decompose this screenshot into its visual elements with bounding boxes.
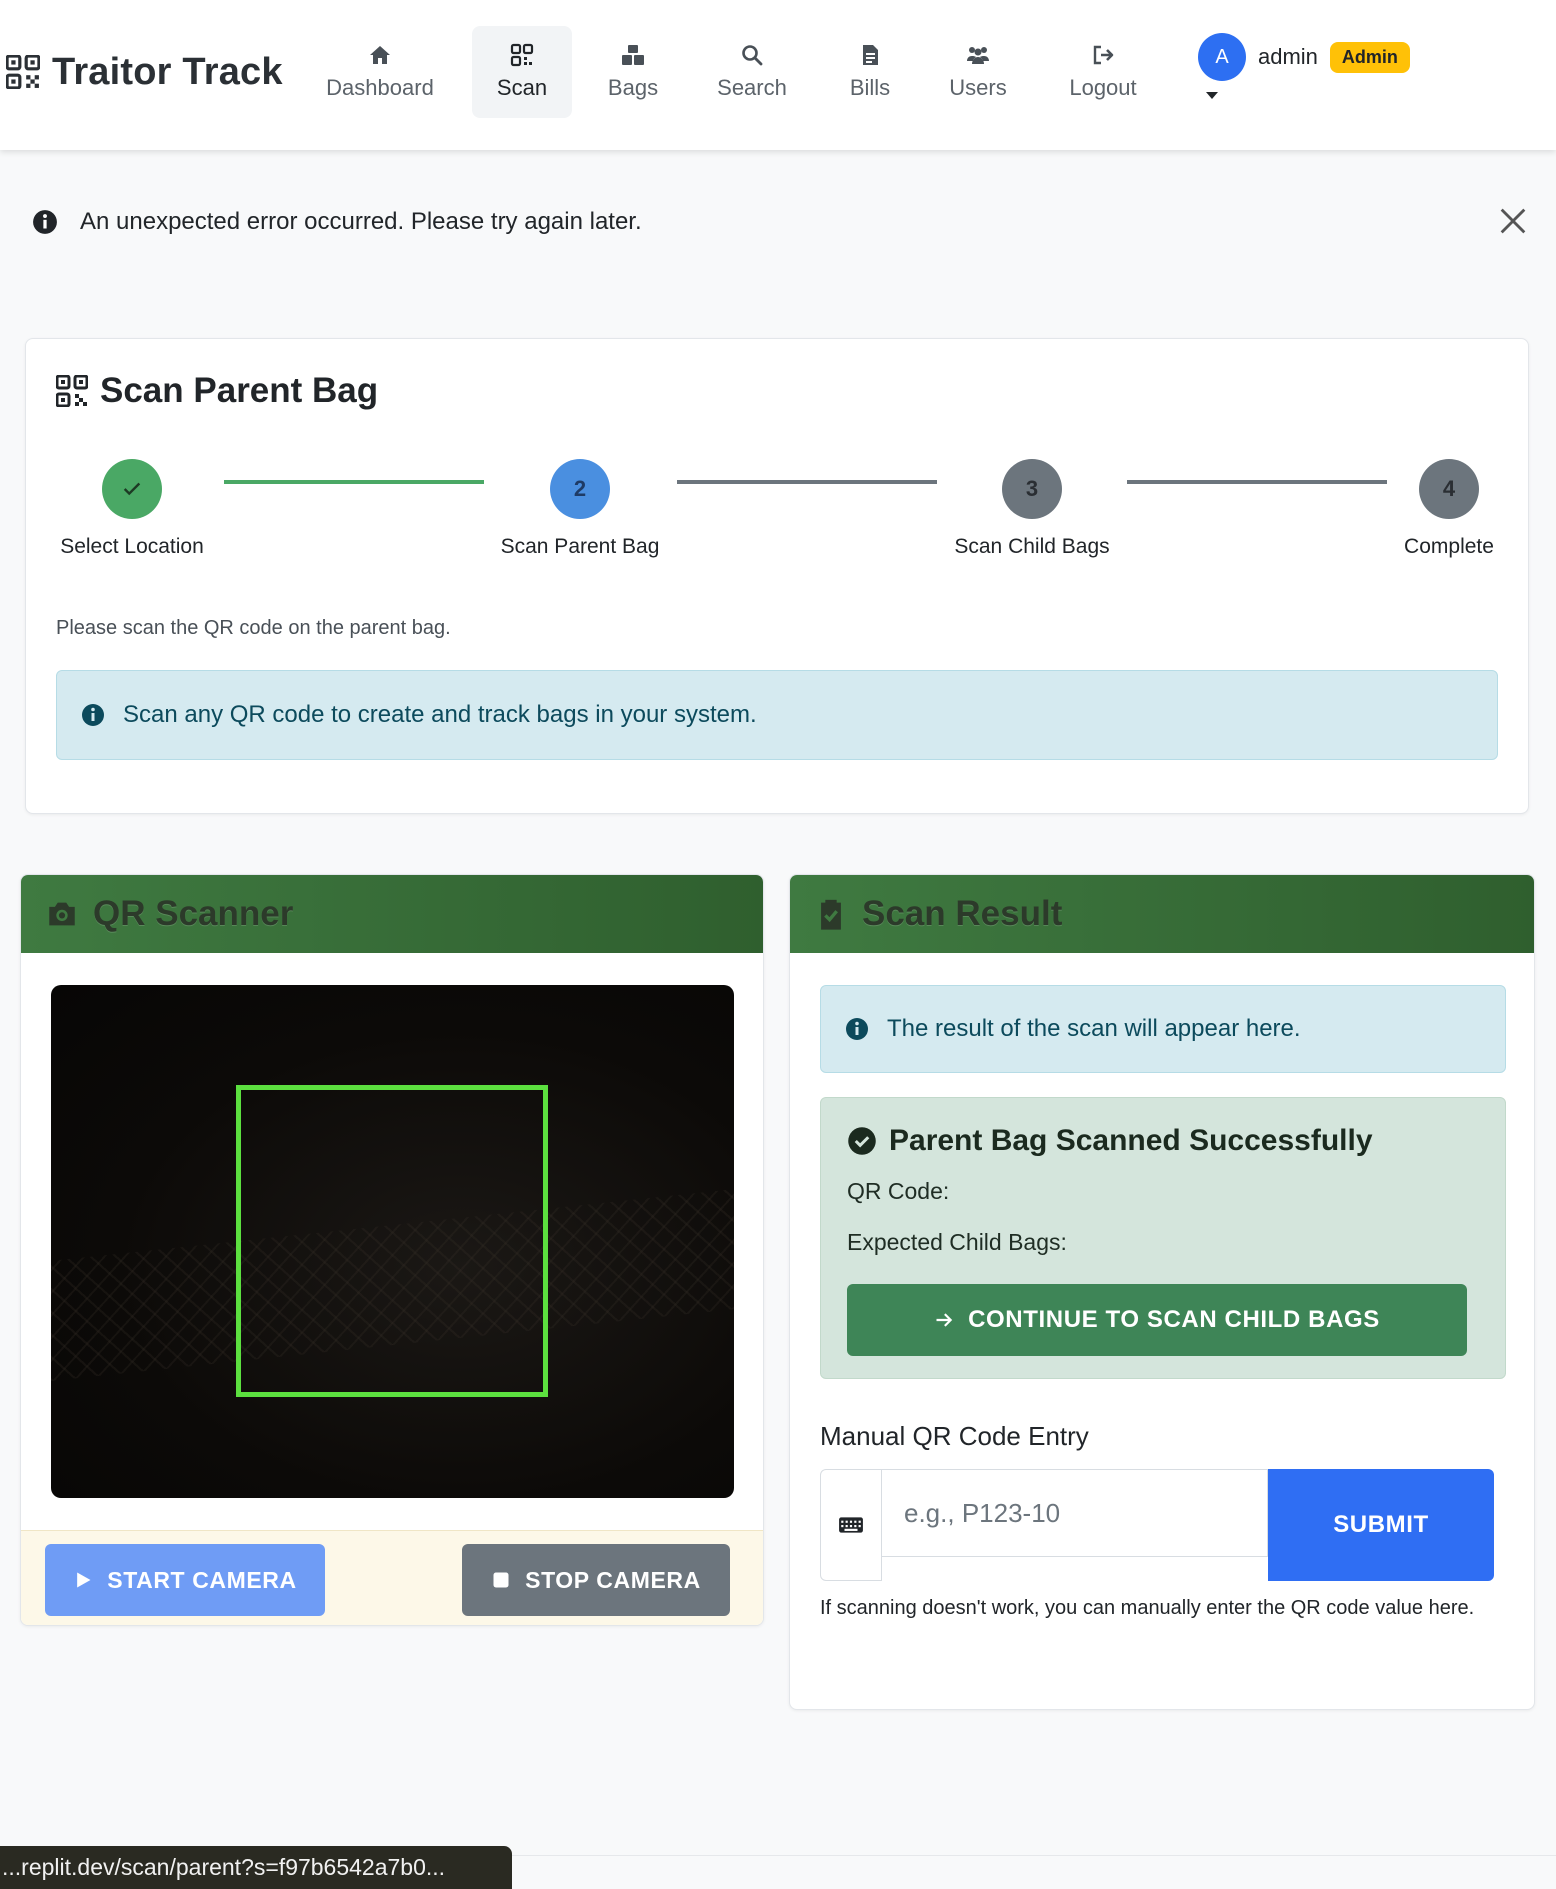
nav-bills-label: Bills	[849, 75, 891, 100]
nav-scan[interactable]: Scan	[472, 26, 572, 118]
brand-name: Traitor Track	[52, 50, 283, 93]
keyboard-icon	[839, 1517, 863, 1533]
qr-code-input[interactable]	[882, 1469, 1268, 1557]
step-4-label: Complete	[1404, 535, 1494, 558]
step-3-label: Scan Child Bags	[954, 535, 1110, 558]
top-navbar: Traitor Track Dashboard Scan Bags Search	[0, 0, 1556, 150]
result-title: Scan Result	[862, 894, 1063, 933]
nav-search-label: Search	[717, 75, 787, 100]
step-connector-1	[224, 480, 484, 484]
close-icon[interactable]	[1496, 204, 1530, 238]
step-connector-2	[677, 480, 937, 484]
success-heading: Parent Bag Scanned Successfully	[847, 1124, 1373, 1158]
scan-target-frame	[236, 1085, 548, 1397]
scanner-card-header: QR Scanner	[21, 875, 763, 953]
role-badge: Admin	[1329, 41, 1410, 73]
file-invoice-icon	[863, 45, 878, 65]
steps-description: Please scan the QR code on the parent ba…	[56, 617, 451, 639]
clipboard-check-icon	[821, 899, 841, 930]
nav-search[interactable]: Search	[700, 26, 804, 118]
nav-bills[interactable]: Bills	[830, 26, 910, 118]
stop-camera-button[interactable]: STOP CAMERA	[462, 1544, 730, 1616]
qrcode-icon	[56, 375, 88, 407]
step-2-label: Scan Parent Bag	[500, 535, 660, 558]
check-icon	[123, 482, 141, 496]
steps-info-text: Scan any QR code to create and track bag…	[123, 701, 757, 728]
camera-video-preview	[51, 985, 734, 1498]
step-1-circle	[102, 459, 162, 519]
success-alert: Parent Bag Scanned Successfully QR Code:…	[820, 1097, 1506, 1379]
camera-icon	[49, 902, 75, 926]
user-name: admin	[1258, 44, 1318, 69]
result-info-text: The result of the scan will appear here.	[887, 1015, 1301, 1042]
success-title: Parent Bag Scanned Successfully	[889, 1124, 1373, 1157]
manual-entry-help: If scanning doesn't work, you can manual…	[820, 1597, 1475, 1619]
step-1-label: Select Location	[60, 535, 204, 558]
error-alert: An unexpected error occurred. Please try…	[20, 190, 1530, 254]
scanner-title: QR Scanner	[93, 894, 294, 933]
steps-info-alert: Scan any QR code to create and track bag…	[56, 670, 1498, 760]
qr-code-label: QR Code:	[847, 1178, 950, 1204]
nav-bags-label: Bags	[607, 75, 659, 100]
nav-logout[interactable]: Logout	[1050, 26, 1156, 118]
nav-dashboard-label: Dashboard	[326, 75, 434, 100]
stop-icon	[493, 1572, 509, 1588]
start-camera-button[interactable]: START CAMERA	[45, 1544, 325, 1616]
steps-title: Scan Parent Bag	[56, 371, 378, 411]
play-icon	[77, 1572, 91, 1588]
step-connector-3	[1127, 480, 1387, 484]
info-circle-icon	[82, 704, 104, 726]
nav-logout-label: Logout	[1069, 75, 1137, 100]
chevron-down-icon[interactable]	[1206, 92, 1218, 99]
users-icon	[967, 47, 989, 64]
nav-scan-label: Scan	[496, 75, 548, 100]
nav-bags[interactable]: Bags	[588, 26, 678, 118]
keyboard-addon	[820, 1469, 882, 1581]
step-3-circle: 3	[1002, 459, 1062, 519]
browser-status-url: ...replit.dev/scan/parent?s=f97b6542a7b0…	[0, 1846, 512, 1889]
step-4-circle: 4	[1419, 459, 1479, 519]
scan-result-card: Scan Result The result of the scan will …	[789, 874, 1535, 1710]
continue-label: CONTINUE TO SCAN CHILD BAGS	[968, 1306, 1380, 1333]
steps-card: Scan Parent Bag Select Location 2 Scan P…	[25, 338, 1529, 814]
expected-child-bags-label: Expected Child Bags:	[847, 1229, 1067, 1255]
continue-to-child-bags-button[interactable]: CONTINUE TO SCAN CHILD BAGS	[847, 1284, 1467, 1356]
check-circle-icon	[848, 1127, 876, 1155]
nav-users[interactable]: Users	[930, 26, 1026, 118]
page-title: Scan Parent Bag	[100, 371, 379, 410]
result-info-alert: The result of the scan will appear here.	[820, 985, 1506, 1073]
boxes-icon	[622, 45, 644, 65]
nav-users-label: Users	[949, 75, 1007, 100]
info-circle-icon	[33, 210, 57, 234]
qr-scanner-card: QR Scanner START CAMERA STOP CAMERA	[20, 874, 764, 1626]
start-camera-label: START CAMERA	[107, 1566, 297, 1593]
result-card-header: Scan Result	[790, 875, 1534, 953]
home-icon	[370, 46, 390, 64]
search-icon	[742, 45, 763, 66]
step-2-circle: 2	[550, 459, 610, 519]
avatar: A	[1198, 33, 1246, 81]
brand[interactable]: Traitor Track	[6, 50, 283, 94]
qrcode-icon	[510, 43, 534, 67]
arrow-right-icon	[936, 1313, 953, 1327]
stop-camera-label: STOP CAMERA	[525, 1566, 701, 1593]
manual-entry-title: Manual QR Code Entry	[820, 1421, 1089, 1451]
manual-entry-group: SUBMIT	[820, 1469, 1494, 1581]
info-circle-icon	[846, 1018, 868, 1040]
submit-button[interactable]: SUBMIT	[1268, 1469, 1494, 1581]
error-message: An unexpected error occurred. Please try…	[80, 208, 642, 235]
sign-out-icon	[1093, 45, 1114, 65]
user-menu[interactable]: A admin Admin	[1198, 32, 1410, 82]
qrcode-icon	[6, 55, 40, 89]
scanner-controls: START CAMERA STOP CAMERA	[21, 1530, 763, 1625]
nav-dashboard[interactable]: Dashboard	[318, 26, 442, 118]
